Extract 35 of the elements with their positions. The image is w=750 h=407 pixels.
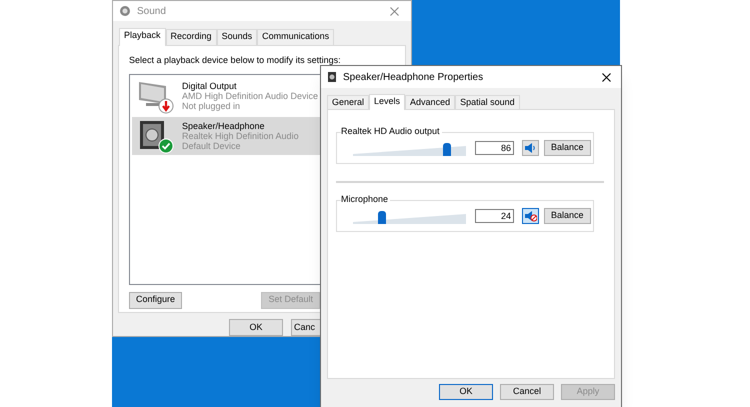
dialog-button[interactable]: OK (229, 319, 283, 336)
dialog-button[interactable]: OK (439, 384, 493, 400)
mute-button[interactable] (522, 140, 539, 156)
device-status: Default Device (182, 140, 242, 150)
balance-button[interactable]: Balance (544, 140, 591, 156)
device-driver: Realtek High Definition Audio (182, 130, 299, 140)
close-icon[interactable] (602, 72, 611, 82)
tab[interactable]: Communications (257, 29, 334, 45)
device-driver: AMD High Definition Audio Device (182, 90, 318, 100)
device-name: Speaker/Headphone (182, 120, 265, 130)
dialog-button[interactable]: Configure (129, 292, 182, 308)
mute-button[interactable] (522, 208, 539, 224)
instruction-text: Select a playback device below to modify its settings: (129, 54, 342, 67)
channel-label: Microphone (341, 194, 390, 205)
level-field[interactable]: 24 (475, 209, 514, 223)
channel-label: Realtek HD Audio output (341, 126, 442, 137)
volume-slider[interactable] (353, 212, 466, 224)
device-status: Not plugged in (182, 100, 242, 110)
volume-slider[interactable] (353, 144, 466, 156)
device-name: Digital Output (182, 80, 237, 90)
tab[interactable]: Sounds (216, 29, 258, 45)
tab[interactable]: Playback (119, 28, 166, 46)
tab[interactable]: Recording (166, 29, 217, 45)
slider-thumb[interactable] (443, 143, 452, 156)
tab[interactable]: Spatial sound (455, 95, 520, 109)
muted-speaker-icon (524, 210, 537, 222)
tab[interactable]: Levels (369, 94, 406, 110)
dialog-button[interactable]: Cancel (500, 384, 554, 400)
level-field[interactable]: 86 (475, 141, 514, 155)
slider-thumb[interactable] (378, 211, 386, 224)
balance-button[interactable]: Balance (544, 208, 591, 224)
window-title: Speaker/Headphone Properties (343, 70, 484, 84)
tab[interactable]: Advanced (405, 95, 456, 109)
tab[interactable]: General (327, 95, 370, 109)
window-title: Sound (137, 4, 166, 18)
